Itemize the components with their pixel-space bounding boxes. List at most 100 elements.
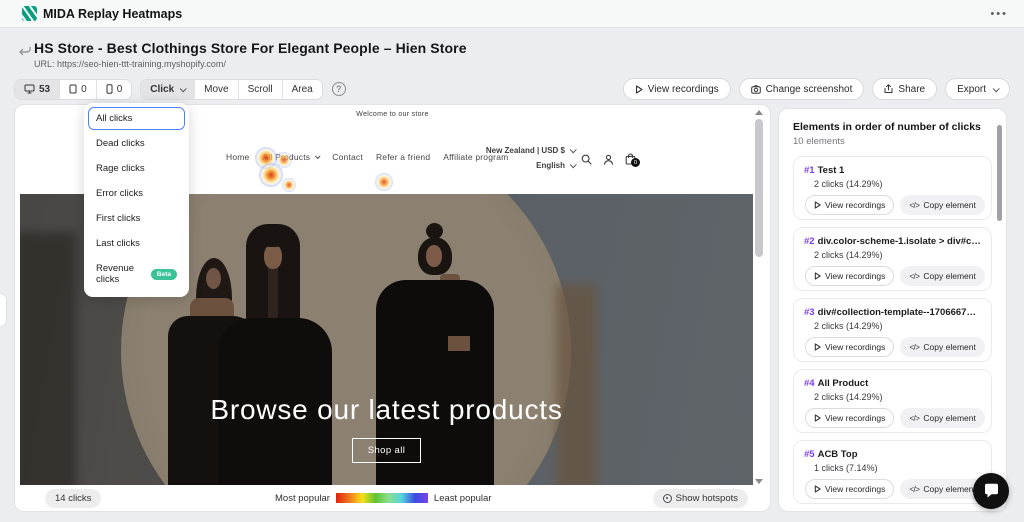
button-label: View recordings xyxy=(825,342,885,352)
heatmap-spot xyxy=(375,173,393,191)
side-drawer-handle[interactable] xyxy=(0,293,7,327)
scroll-up-icon[interactable] xyxy=(755,110,763,115)
copy-element-button[interactable]: </> Copy element xyxy=(900,266,985,286)
beta-badge: Beta xyxy=(151,269,177,280)
device-tab-mobile[interactable]: 0 xyxy=(97,80,132,99)
element-card: #1Test 1 2 clicks (14.29%) View recordin… xyxy=(793,156,992,220)
chevron-down-icon xyxy=(180,85,187,92)
button-label: View recordings xyxy=(825,271,885,281)
copy-element-button[interactable]: </> Copy element xyxy=(900,337,985,357)
button-label: Share xyxy=(898,84,925,95)
code-icon: </> xyxy=(909,201,919,210)
cart-button[interactable]: 0 xyxy=(625,153,636,165)
element-card-partial xyxy=(793,511,992,512)
chevron-down-icon xyxy=(570,146,577,153)
tablet-icon xyxy=(69,84,77,94)
device-count: 0 xyxy=(117,84,123,95)
mode-label: Area xyxy=(292,84,313,95)
element-title: #4All Product xyxy=(804,378,981,389)
device-tabs: 53 0 0 xyxy=(14,79,132,100)
button-label: Copy element xyxy=(923,413,975,423)
device-count: 0 xyxy=(81,84,87,95)
mode-tab-move[interactable]: Move xyxy=(195,80,238,99)
button-label: Copy element xyxy=(923,271,975,281)
account-icon[interactable] xyxy=(603,154,614,165)
button-label: Copy element xyxy=(923,342,975,352)
code-icon: </> xyxy=(909,272,919,281)
toolbar: 53 0 0 Click Move Scroll Area ? xyxy=(14,78,1010,100)
language-selector[interactable]: English xyxy=(486,161,575,170)
store-nav-item-home[interactable]: Home xyxy=(226,152,249,162)
element-title: #5ACB Top xyxy=(804,449,981,460)
element-name: ACB Top xyxy=(818,449,858,460)
back-icon[interactable] xyxy=(18,44,32,58)
button-label: Copy element xyxy=(923,200,975,210)
export-button[interactable]: Export xyxy=(945,78,1010,100)
dropdown-item-rage-clicks[interactable]: Rage clicks xyxy=(88,157,185,180)
play-icon xyxy=(814,201,821,209)
show-hotspots-button[interactable]: Show hotspots xyxy=(653,489,748,508)
button-label: View recordings xyxy=(825,200,885,210)
toolbar-actions: View recordings Change screenshot Share … xyxy=(623,78,1010,100)
dropdown-item-first-clicks[interactable]: First clicks xyxy=(88,207,185,230)
store-nav-item-contact[interactable]: Contact xyxy=(332,152,363,162)
page-title-block: HS Store - Best Clothings Store For Eleg… xyxy=(18,40,467,69)
mode-tab-area[interactable]: Area xyxy=(283,80,322,99)
mode-tab-scroll[interactable]: Scroll xyxy=(239,80,283,99)
preview-scrollbar[interactable] xyxy=(753,107,765,487)
view-recordings-button[interactable]: View recordings xyxy=(805,408,894,428)
region-label: New Zealand | USD $ xyxy=(486,146,565,155)
sidebar-scrollbar-thumb[interactable] xyxy=(997,125,1002,221)
view-recordings-button[interactable]: View recordings xyxy=(805,337,894,357)
view-recordings-button[interactable]: View recordings xyxy=(623,78,731,100)
elements-panel: Elements in order of number of clicks 10… xyxy=(778,108,1007,512)
shop-all-button[interactable]: Shop all xyxy=(352,438,422,463)
chevron-down-icon xyxy=(315,153,321,159)
overflow-menu-icon[interactable]: ••• xyxy=(990,8,1008,20)
search-icon[interactable] xyxy=(581,154,592,165)
element-name: All Product xyxy=(818,378,869,389)
store-nav: HomeAll ProductsContactRefer a friendAff… xyxy=(226,152,508,162)
store-nav-item-all-products[interactable]: All Products xyxy=(262,152,319,162)
button-label: Export xyxy=(957,84,986,95)
copy-element-button[interactable]: </> Copy element xyxy=(900,195,985,215)
change-screenshot-button[interactable]: Change screenshot xyxy=(739,78,865,100)
element-rank: #3 xyxy=(804,307,815,318)
device-tab-tablet[interactable]: 0 xyxy=(60,80,97,99)
view-recordings-button[interactable]: View recordings xyxy=(805,195,894,215)
scroll-down-icon[interactable] xyxy=(755,479,763,484)
element-name: Test 1 xyxy=(818,165,845,176)
dropdown-item-all-clicks[interactable]: All clicks xyxy=(88,107,185,130)
dropdown-item-revenue-clicks[interactable]: Revenue clicksBeta xyxy=(88,257,185,291)
copy-element-button[interactable]: </> Copy element xyxy=(900,408,985,428)
element-name: div#collection-template--17066675077208_… xyxy=(818,307,981,318)
nav-item-label: Refer a friend xyxy=(376,152,430,162)
device-count: 53 xyxy=(39,84,50,95)
region-selector[interactable]: New Zealand | USD $ xyxy=(486,146,575,155)
dropdown-item-dead-clicks[interactable]: Dead clicks xyxy=(88,132,185,155)
element-rank: #5 xyxy=(804,449,815,460)
element-clicks: 2 clicks (14.29%) xyxy=(814,250,981,260)
dropdown-item-label: Rage clicks xyxy=(96,163,145,174)
hero-copy: Browse our latest products Shop all xyxy=(20,394,753,463)
page-title: HS Store - Best Clothings Store For Eleg… xyxy=(34,40,467,56)
store-nav-item-refer-a-friend[interactable]: Refer a friend xyxy=(376,152,430,162)
heatmap-spot xyxy=(282,178,296,192)
scrollbar-thumb[interactable] xyxy=(755,119,763,257)
view-recordings-button[interactable]: View recordings xyxy=(805,266,894,286)
element-title: #1Test 1 xyxy=(804,165,981,176)
share-button[interactable]: Share xyxy=(872,78,937,100)
dropdown-item-label: Error clicks xyxy=(96,188,143,199)
device-tab-desktop[interactable]: 53 xyxy=(15,80,60,99)
view-recordings-button[interactable]: View recordings xyxy=(805,479,894,499)
chat-widget-button[interactable] xyxy=(973,473,1009,509)
element-card: #2div.color-scheme-1.isolate > div#colle… xyxy=(793,227,992,291)
code-icon: </> xyxy=(909,343,919,352)
dropdown-item-last-clicks[interactable]: Last clicks xyxy=(88,232,185,255)
help-icon[interactable]: ? xyxy=(332,82,346,96)
mode-tab-click[interactable]: Click xyxy=(141,80,195,99)
chevron-down-icon xyxy=(570,161,577,168)
button-label: View recordings xyxy=(825,484,885,494)
elements-heading: Elements in order of number of clicks xyxy=(793,121,992,133)
dropdown-item-error-clicks[interactable]: Error clicks xyxy=(88,182,185,205)
